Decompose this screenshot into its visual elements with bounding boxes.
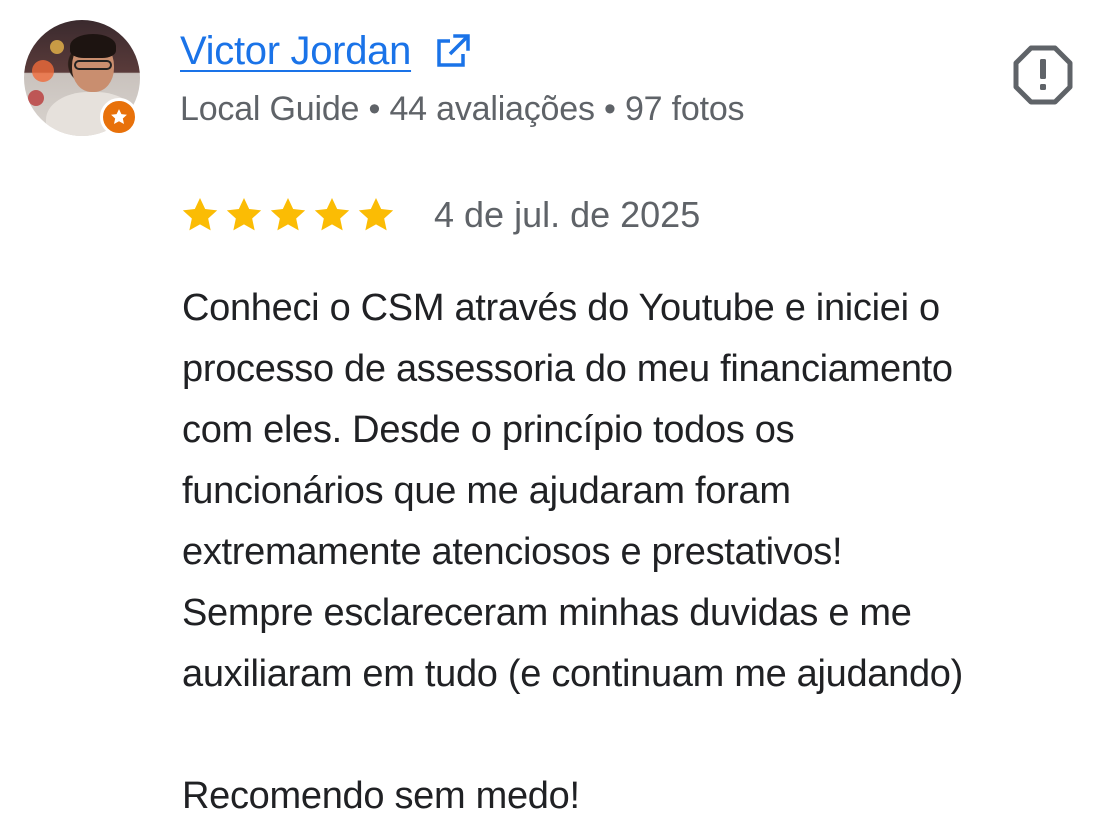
star-icon (358, 198, 394, 231)
star-icon (314, 198, 350, 231)
star-icon (182, 198, 218, 231)
star-icon (226, 198, 262, 231)
reviewer-name-link[interactable]: Victor Jordan (180, 24, 411, 78)
reviewer-avatar[interactable] (24, 20, 142, 138)
rating-row: 4 de jul. de 2025 (180, 190, 700, 240)
star-rating (180, 195, 396, 235)
star-icon (270, 198, 306, 231)
review-card: Victor Jordan Local Guide • 44 avaliaçõe… (0, 0, 1100, 830)
report-octagon-icon[interactable] (1012, 44, 1074, 106)
reviewer-meta: Local Guide • 44 avaliações • 97 fotos (180, 90, 745, 128)
external-link-icon[interactable] (433, 31, 473, 71)
local-guide-star-icon (100, 98, 138, 136)
review-text: Conheci o CSM através do Youtube e inici… (182, 287, 963, 817)
reviewer-name-row: Victor Jordan (180, 24, 473, 78)
review-date: 4 de jul. de 2025 (434, 194, 701, 235)
